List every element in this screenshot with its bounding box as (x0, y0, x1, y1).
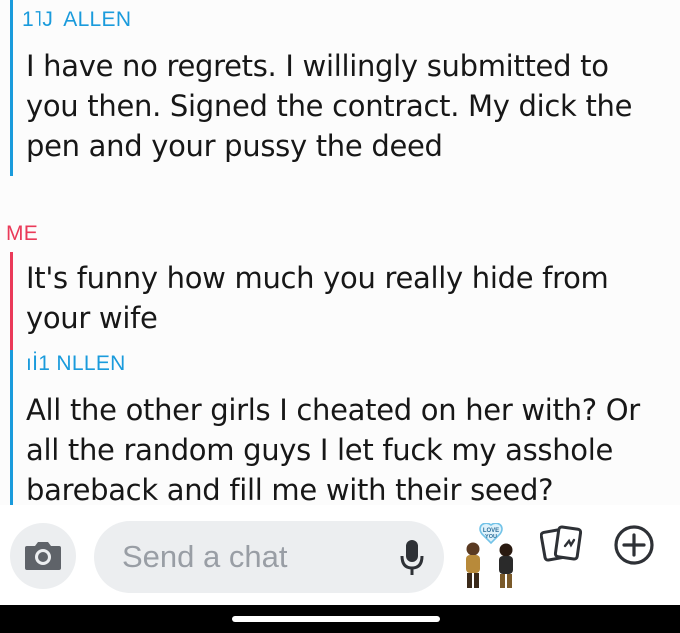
chat-composer: Send a chat LOVE YOU (0, 505, 680, 605)
sender-name-prefix: ıİ1 (26, 352, 51, 375)
message-group-friend: 1˥J ALLEN I have no regrets. I willingly… (0, 0, 680, 180)
sender-color-bar (10, 252, 13, 364)
sender-name-friend[interactable]: 1˥J ALLEN (22, 8, 131, 32)
sender-name-label: NLLEN (56, 352, 126, 375)
camera-button[interactable] (10, 523, 76, 589)
message-line: you then. Signed the contract. My dick t… (26, 89, 633, 123)
message-group-friend: ıİ1 NLLEN All the other girls I cheated … (0, 350, 680, 505)
message-group-me: ME It's funny how much you really hide f… (0, 222, 680, 364)
microphone-icon[interactable] (400, 539, 424, 577)
sender-color-bar (10, 0, 13, 176)
message-text[interactable]: It's funny how much you really hide from… (26, 258, 666, 338)
home-indicator[interactable] (232, 616, 440, 622)
chat-thread: 1˥J ALLEN I have no regrets. I willingly… (0, 0, 680, 505)
message-text[interactable]: All the other girls I cheated on her wit… (26, 390, 666, 505)
message-line: It's funny how much you really hide from (26, 261, 609, 295)
system-bottom-bar (0, 605, 680, 633)
bitmoji-icon[interactable]: LOVE YOU (455, 523, 527, 593)
message-line: All the other girls I cheated on her wit… (26, 393, 640, 427)
sender-name-me: ME (6, 222, 39, 245)
sender-name-friend[interactable]: ıİ1 NLLEN (26, 352, 126, 376)
cards-icon[interactable] (540, 525, 584, 563)
bitmoji-caption-you: YOU (485, 534, 497, 540)
message-line: I have no regrets. I willingly submitted… (26, 49, 609, 83)
sender-name-label: ALLEN (63, 8, 132, 31)
message-line: all the random guys I let fuck my asshol… (26, 433, 614, 467)
chat-input-placeholder: Send a chat (122, 539, 288, 574)
camera-icon (25, 542, 61, 570)
sender-color-bar (10, 350, 13, 505)
message-line: your wife (26, 301, 158, 335)
plus-circle-icon[interactable] (612, 523, 656, 567)
sender-name-prefix: 1˥J (22, 8, 54, 31)
chat-input[interactable]: Send a chat (94, 521, 444, 593)
message-line: pen and your pussy the deed (26, 129, 443, 163)
message-text[interactable]: I have no regrets. I willingly submitted… (26, 46, 666, 166)
message-line: bareback and fill me with their seed? (26, 473, 554, 505)
